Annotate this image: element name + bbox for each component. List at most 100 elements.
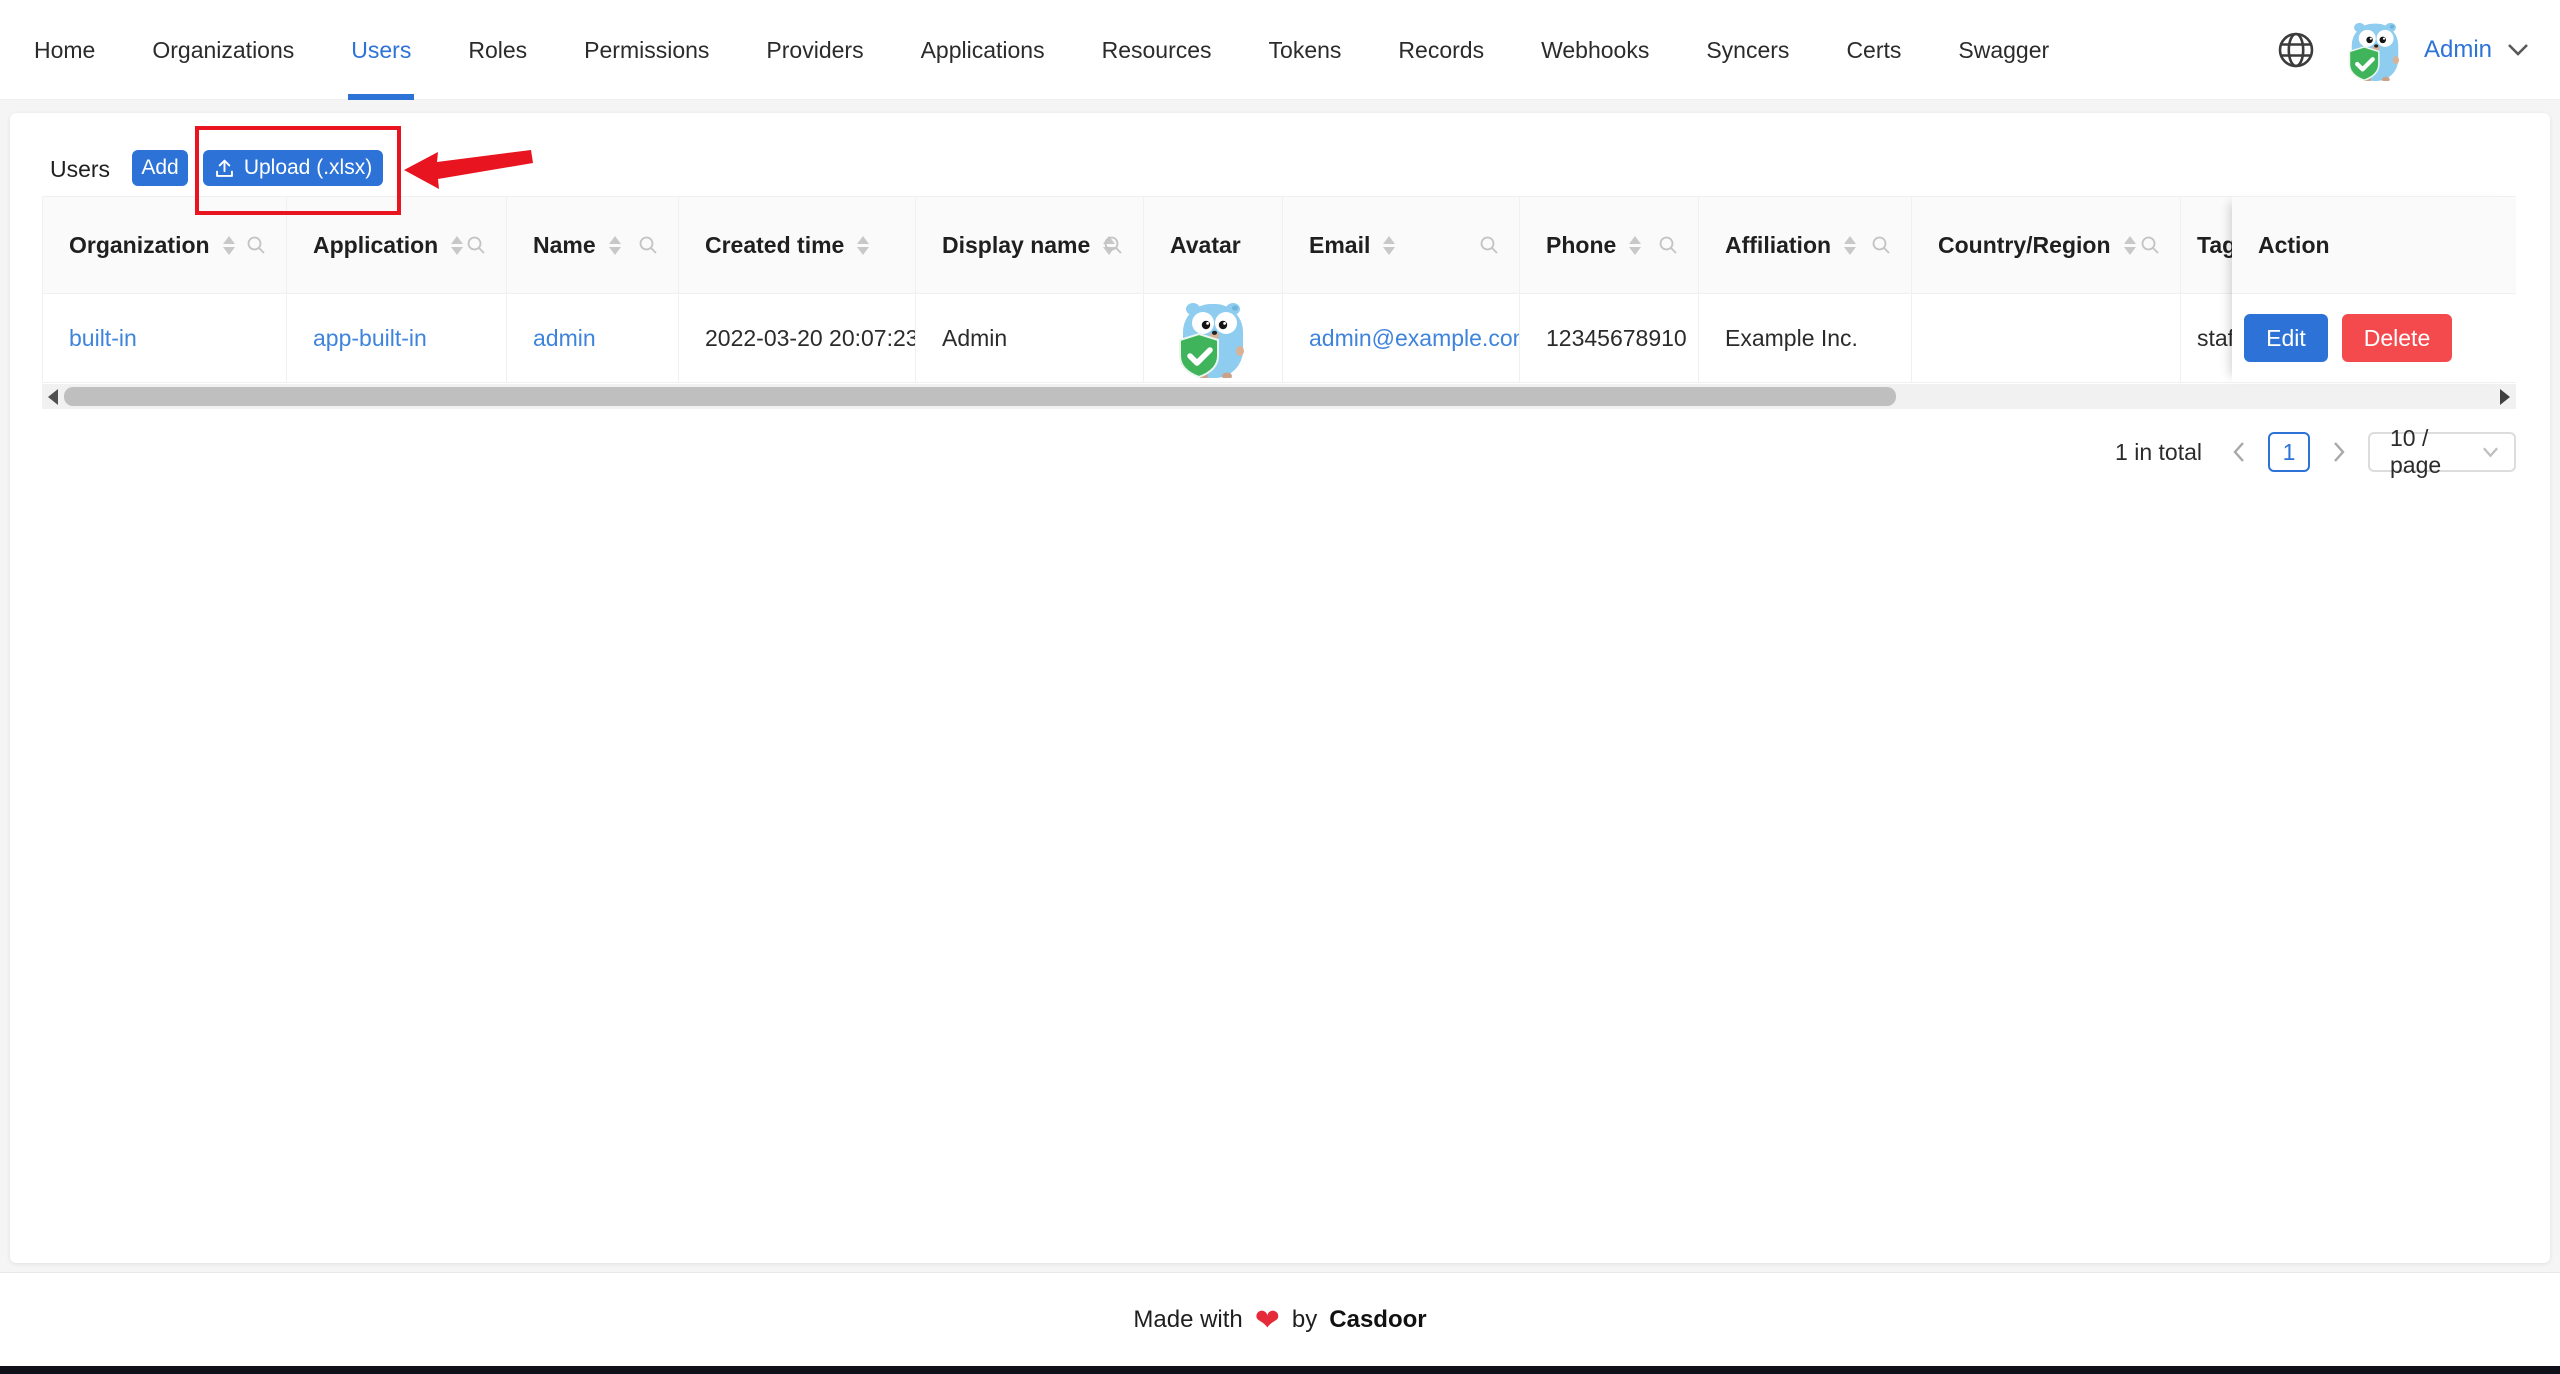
footer-by: by (1292, 1306, 1317, 1334)
page-size-value: 10 / page (2390, 425, 2481, 479)
pagination-page-1[interactable]: 1 (2268, 432, 2310, 472)
action-fixed-column: Action Edit Delete (2232, 196, 2516, 383)
heart-icon: ❤ (1255, 1306, 1280, 1336)
cell-application: app-built-in (287, 294, 507, 382)
page-title: Users (50, 156, 110, 183)
nav-item-resources[interactable]: Resources (1102, 0, 1212, 100)
search-icon[interactable] (1871, 235, 1891, 255)
column-header-created-time[interactable]: Created time (679, 197, 916, 293)
user-avatar[interactable] (2344, 19, 2406, 81)
affiliation-value: Example Inc. (1725, 325, 1858, 352)
sorter-icon[interactable] (1629, 236, 1641, 255)
search-icon[interactable] (638, 235, 658, 255)
column-header-application[interactable]: Application (287, 197, 507, 293)
cell-country-region (1912, 294, 2181, 382)
footer-made-with: Made with (1133, 1306, 1242, 1334)
column-label: Action (2258, 232, 2330, 259)
nav-item-organizations[interactable]: Organizations (152, 0, 294, 100)
column-label: Country/Region (1938, 232, 2111, 259)
delete-button[interactable]: Delete (2342, 314, 2452, 362)
search-icon[interactable] (1103, 235, 1123, 255)
cell-created-time: 2022-03-20 20:07:23 (679, 294, 916, 382)
column-label: Email (1309, 232, 1370, 259)
nav-item-users[interactable]: Users (351, 0, 411, 100)
column-header-affiliation[interactable]: Affiliation (1699, 197, 1912, 293)
horizontal-scrollbar[interactable] (42, 384, 2516, 409)
add-button[interactable]: Add (132, 150, 188, 186)
users-card: Users Add Upload (.xlsx) Organization Ap (10, 113, 2550, 1263)
nav-item-swagger[interactable]: Swagger (1958, 0, 2049, 100)
nav-item-webhooks[interactable]: Webhooks (1541, 0, 1649, 100)
user-menu-label[interactable]: Admin (2424, 36, 2492, 64)
upload-icon (214, 158, 235, 179)
users-table: Organization Application Name Created ti… (42, 196, 2516, 383)
upload-xlsx-button[interactable]: Upload (.xlsx) (203, 150, 383, 186)
chevron-down-icon[interactable] (2506, 42, 2530, 58)
column-header-organization[interactable]: Organization (43, 197, 287, 293)
scroll-left-arrow-icon[interactable] (48, 389, 58, 405)
sorter-icon[interactable] (2124, 236, 2136, 255)
nav-item-certs[interactable]: Certs (1846, 0, 1901, 100)
scroll-right-arrow-icon[interactable] (2500, 389, 2510, 405)
created-time-value: 2022-03-20 20:07:23 (705, 325, 916, 352)
chevron-left-icon[interactable] (2224, 432, 2254, 472)
column-header-name[interactable]: Name (507, 197, 679, 293)
column-header-country-region[interactable]: Country/Region (1912, 197, 2181, 293)
nav-item-home[interactable]: Home (34, 0, 95, 100)
cell-name: admin (507, 294, 679, 382)
chevron-right-icon[interactable] (2324, 432, 2354, 472)
nav-item-permissions[interactable]: Permissions (584, 0, 709, 100)
row-avatar-image[interactable] (1173, 298, 1253, 378)
nav-menu: Home Organizations Users Roles Permissio… (34, 0, 2049, 100)
table-row-admin: built-in app-built-in admin 2022-03-20 2… (42, 294, 2516, 383)
top-nav: Home Organizations Users Roles Permissio… (0, 0, 2560, 100)
cell-organization: built-in (43, 294, 287, 382)
sorter-icon[interactable] (857, 236, 869, 255)
search-icon[interactable] (466, 235, 486, 255)
sorter-icon[interactable] (1383, 236, 1395, 255)
sorter-icon[interactable] (1844, 236, 1856, 255)
globe-icon[interactable] (2276, 30, 2316, 70)
phone-value: 12345678910 (1546, 325, 1687, 352)
column-header-display-name[interactable]: Display name (916, 197, 1144, 293)
cell-affiliation: Example Inc. (1699, 294, 1912, 382)
casdoor-brand-link[interactable]: Casdoor (1329, 1306, 1426, 1334)
email-link[interactable]: admin@example.com (1309, 325, 1520, 352)
sorter-icon[interactable] (609, 236, 621, 255)
column-header-phone[interactable]: Phone (1520, 197, 1699, 293)
search-icon[interactable] (2140, 235, 2160, 255)
sorter-icon[interactable] (223, 236, 235, 255)
scrollbar-thumb[interactable] (64, 387, 1896, 406)
page-footer: Made with ❤ by Casdoor (0, 1272, 2560, 1366)
upload-button-label: Upload (.xlsx) (244, 156, 372, 180)
column-label: Avatar (1170, 232, 1241, 259)
search-icon[interactable] (246, 235, 266, 255)
organization-link[interactable]: built-in (69, 325, 137, 352)
chevron-down-icon (2481, 445, 2500, 459)
column-label: Created time (705, 232, 844, 259)
nav-right-group: Admin (2276, 0, 2530, 100)
edit-button[interactable]: Edit (2244, 314, 2328, 362)
nav-item-tokens[interactable]: Tokens (1269, 0, 1342, 100)
search-icon[interactable] (1479, 235, 1499, 255)
page-size-select[interactable]: 10 / page (2368, 432, 2516, 472)
nav-item-providers[interactable]: Providers (766, 0, 863, 100)
column-label: Tag (2197, 232, 2236, 259)
cell-avatar (1144, 294, 1283, 382)
column-header-action: Action (2232, 196, 2516, 294)
column-label: Application (313, 232, 438, 259)
search-icon[interactable] (1658, 235, 1678, 255)
cell-phone: 12345678910 (1520, 294, 1699, 382)
nav-item-syncers[interactable]: Syncers (1706, 0, 1789, 100)
application-link[interactable]: app-built-in (313, 325, 427, 352)
display-name-value: Admin (942, 325, 1007, 352)
column-label: Organization (69, 232, 210, 259)
user-name-link[interactable]: admin (533, 325, 596, 352)
column-header-email[interactable]: Email (1283, 197, 1520, 293)
sorter-icon[interactable] (451, 236, 463, 255)
nav-item-applications[interactable]: Applications (921, 0, 1045, 100)
cell-email: admin@example.com (1283, 294, 1520, 382)
column-label: Phone (1546, 232, 1616, 259)
nav-item-roles[interactable]: Roles (468, 0, 527, 100)
nav-item-records[interactable]: Records (1398, 0, 1484, 100)
